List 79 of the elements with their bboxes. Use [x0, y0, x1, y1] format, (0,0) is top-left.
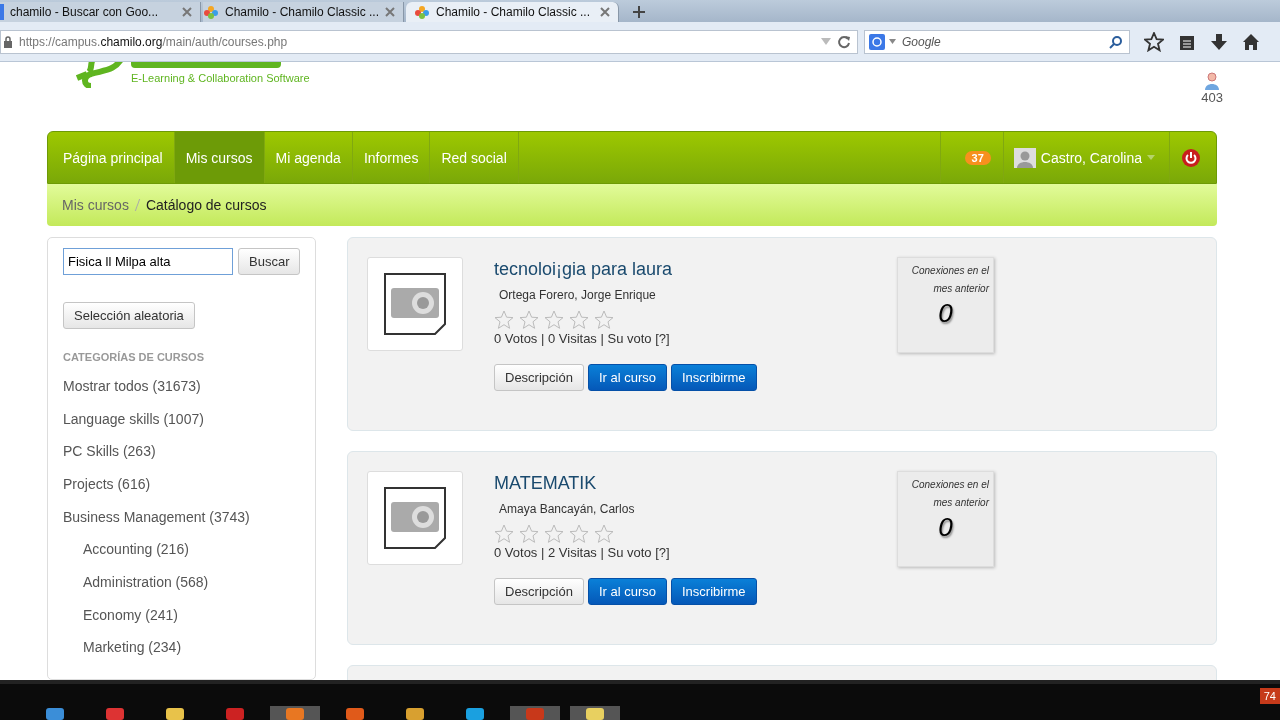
course-title-link[interactable]: MATEMATIK: [494, 473, 597, 494]
tab-title: Chamilo - Chamilo Classic ...: [225, 5, 379, 19]
close-icon: [600, 7, 610, 17]
close-icon: [385, 7, 395, 17]
go-to-course-button[interactable]: Ir al curso: [587, 578, 667, 605]
breadcrumb-current: Catálogo de cursos: [145, 197, 267, 213]
star-icon: [519, 310, 539, 330]
description-button[interactable]: Descripción: [494, 578, 584, 605]
category-link[interactable]: PC Skills (263): [63, 440, 156, 473]
random-selection-button[interactable]: Selección aleatoria: [63, 302, 195, 329]
star-icon: [494, 310, 514, 330]
description-button[interactable]: Descripción: [494, 364, 584, 391]
download-icon: [1210, 32, 1228, 51]
tray-badge: 74: [1259, 688, 1280, 704]
camera-icon: [383, 486, 447, 550]
app-icon[interactable]: [570, 706, 620, 720]
connections-count: 0: [937, 512, 954, 543]
category-link[interactable]: Marketing (234): [63, 636, 182, 670]
category-link[interactable]: Projects (616): [63, 473, 151, 506]
connections-count: 0: [937, 298, 954, 329]
course-title-link[interactable]: tecnoloi¡gia para laura: [494, 259, 673, 280]
browser-tab[interactable]: Chamilo - Chamilo Classic ...: [203, 2, 404, 22]
star-icon: [569, 310, 589, 330]
breadcrumb-link[interactable]: Mis cursos: [62, 197, 129, 213]
address-field[interactable]: https://campus.chamilo.org/main/auth/courses.php: [0, 29, 858, 54]
browser-tab[interactable]: chamilo - Buscar con Goo...: [0, 2, 201, 22]
star-icon: [594, 524, 614, 544]
chameleon-logo-icon: [75, 62, 125, 88]
close-icon: [182, 7, 192, 17]
category-link[interactable]: Language skills (1007): [63, 407, 204, 441]
star-icon: [594, 310, 614, 330]
connections-label: Conexiones en el mes anterior: [910, 478, 989, 510]
caret-icon: [889, 39, 896, 44]
tab-title: Chamilo - Chamilo Classic ...: [436, 5, 592, 19]
category-link[interactable]: Business Management (3743): [63, 505, 250, 539]
subscribe-button[interactable]: Inscribirme: [671, 364, 757, 391]
star-rating[interactable]: [494, 310, 614, 330]
search-button[interactable]: Buscar: [238, 248, 301, 275]
search-field[interactable]: Fisica ll Milpa alta: [63, 248, 233, 275]
caret-icon: [1147, 155, 1155, 160]
subscribe-button[interactable]: Inscribirme: [671, 578, 757, 605]
categories-heading: CATEGORÍAS DE CURSOS: [63, 351, 204, 363]
star-icon: [1144, 31, 1164, 52]
page-icon: [0, 4, 4, 20]
teacher-name: Amaya Bancayán, Carlos: [499, 502, 635, 516]
tab-title: chamilo - Buscar con Goo...: [10, 5, 160, 19]
search-bar[interactable]: Google: [864, 29, 1130, 54]
search-icon: [1109, 34, 1123, 49]
category-link[interactable]: Mostrar todos (31673): [63, 375, 201, 408]
category-link[interactable]: Accounting (216): [63, 538, 189, 572]
google-icon: [869, 33, 885, 50]
teacher-name: Ortega Forero, Jorge Enrique: [499, 288, 656, 302]
flower-icon: [414, 4, 430, 20]
logo-tagline: E-Learning & Collaboration Software: [131, 72, 310, 84]
star-icon: [569, 524, 589, 544]
category-link[interactable]: Administration (568): [63, 571, 209, 604]
go-to-course-button[interactable]: Ir al curso: [587, 364, 667, 391]
flower-icon: [203, 4, 219, 20]
reload-icon: [837, 34, 851, 49]
browser-tab[interactable]: Chamilo - Chamilo Classic ...: [406, 2, 619, 22]
lock-icon: [3, 35, 13, 48]
star-icon: [494, 524, 514, 544]
home-icon: [1242, 32, 1260, 51]
star-icon: [544, 524, 564, 544]
power-icon: [1182, 148, 1200, 167]
star-icon: [544, 310, 564, 330]
user-icon: [1205, 72, 1220, 90]
course-stats: 0 Votos | 0 Visitas | Su voto [?]: [494, 331, 670, 346]
star-icon: [519, 524, 539, 544]
url-text: https://campus.chamilo.org/main/auth/courses.php: [19, 34, 288, 49]
new-tab-icon: [633, 6, 645, 18]
camera-icon: [383, 272, 447, 336]
online-count: 403: [1201, 90, 1223, 105]
connections-label: Conexiones en el mes anterior: [910, 264, 989, 296]
star-rating[interactable]: [494, 524, 614, 544]
course-stats: 0 Votos | 2 Visitas | Su voto [?]: [494, 545, 670, 560]
avatar-icon: [1013, 147, 1036, 168]
dropdown-icon: [821, 37, 831, 46]
category-link[interactable]: Economy (241): [63, 603, 178, 637]
